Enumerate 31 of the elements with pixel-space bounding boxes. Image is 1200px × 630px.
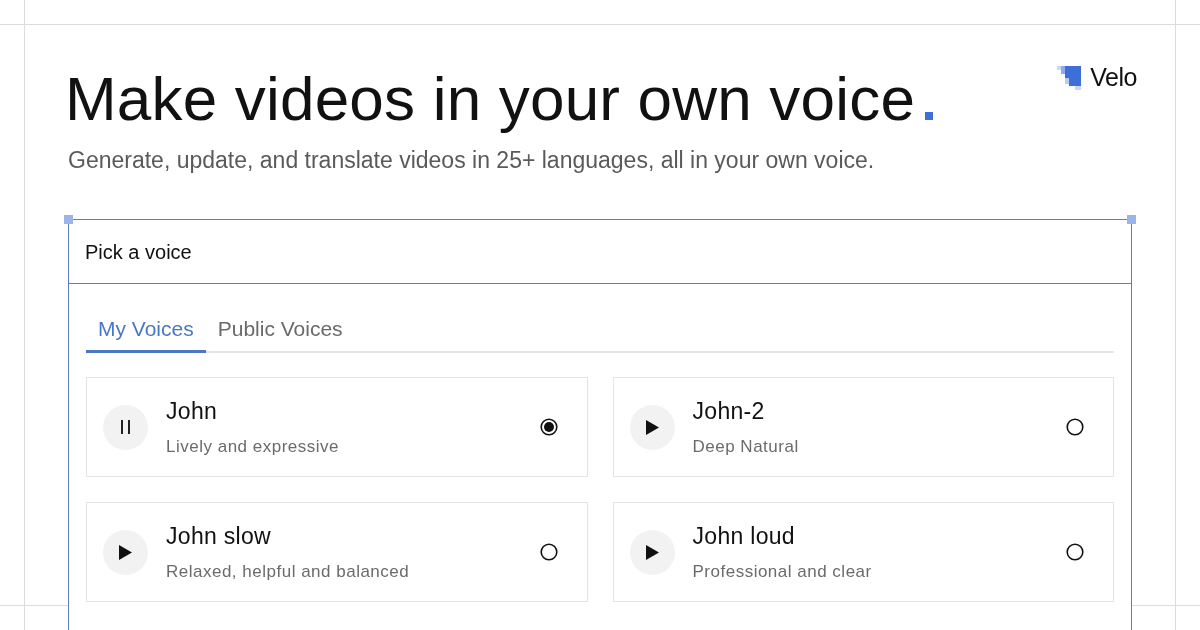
brand-name: Velo xyxy=(1090,65,1137,90)
voice-card[interactable]: John loud Professional and clear xyxy=(612,502,1114,603)
radio-button[interactable] xyxy=(539,418,558,437)
voice-card[interactable]: John slow Relaxed, helpful and balanced xyxy=(86,502,588,603)
play-icon xyxy=(645,419,659,435)
page-headline: Make videos in your own voice xyxy=(65,65,916,134)
voice-description: Deep Natural xyxy=(692,436,800,457)
play-icon xyxy=(119,544,132,560)
pause-button[interactable] xyxy=(103,404,148,450)
radio-button[interactable] xyxy=(539,543,558,562)
voice-description: Relaxed, helpful and balanced xyxy=(166,561,411,582)
voice-name: John-2 xyxy=(692,398,766,425)
resize-handle[interactable] xyxy=(1127,215,1136,225)
tab[interactable]: My Voices xyxy=(86,306,206,354)
pause-icon xyxy=(121,420,130,435)
voice-name: John loud xyxy=(692,523,796,550)
radio-button[interactable] xyxy=(1066,543,1084,562)
tab[interactable]: Public Voices xyxy=(205,306,355,354)
play-icon xyxy=(645,544,659,560)
voice-card[interactable]: John Lively and expressive xyxy=(86,377,588,478)
radio-button[interactable] xyxy=(1066,418,1084,437)
resize-handle[interactable] xyxy=(64,215,73,225)
panel-title: Pick a voice xyxy=(85,239,192,265)
play-button[interactable] xyxy=(103,529,148,575)
voice-card[interactable]: John-2 Deep Natural xyxy=(612,377,1114,478)
voice-name: John xyxy=(166,398,219,425)
voice-name: John slow xyxy=(166,523,272,550)
voice-description: Lively and expressive xyxy=(166,436,341,457)
page-subheadline: Generate, update, and translate videos in 25+ languages, all in your own voice. xyxy=(68,146,876,176)
logo-icon xyxy=(1057,65,1082,90)
voice-description: Professional and clear xyxy=(692,561,873,582)
